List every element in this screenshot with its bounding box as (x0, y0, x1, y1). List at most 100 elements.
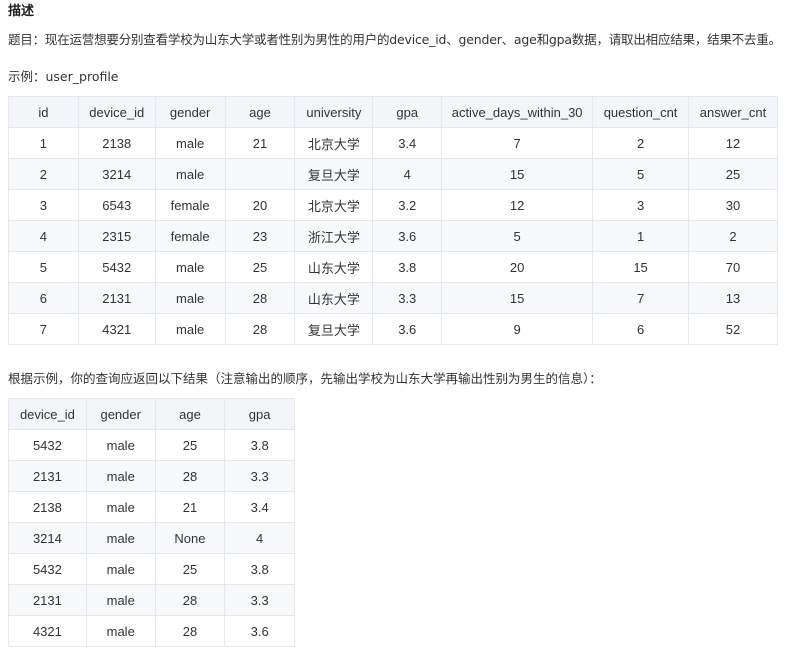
column-header: id (8, 96, 79, 128)
table-row: 2131 male 28 3.3 (8, 584, 295, 616)
table-cell: 3.6 (224, 615, 295, 647)
table-cell: male (85, 584, 156, 616)
table-cell: 13 (688, 282, 778, 314)
table-cell: male (154, 127, 226, 159)
table-cell: male (154, 282, 226, 314)
table-row: 3214 male None 4 (8, 522, 295, 554)
table-row: 2 3214 male 复旦大学 4 15 5 25 (8, 158, 778, 190)
column-header: device_id (77, 96, 156, 128)
table-cell: female (154, 189, 226, 221)
table-cell: 5 (8, 251, 79, 283)
table-cell: male (85, 522, 156, 554)
table-cell: 3.4 (224, 491, 295, 523)
table-cell: 21 (224, 127, 296, 159)
table-cell: 5 (441, 220, 594, 252)
table-cell: 28 (224, 313, 296, 345)
column-header: answer_cnt (688, 96, 778, 128)
table-cell: 3.8 (372, 251, 443, 283)
table-cell: 7 (8, 313, 79, 345)
table-cell: 28 (154, 584, 226, 616)
table-cell: 4321 (77, 313, 156, 345)
table-cell: 6543 (77, 189, 156, 221)
table-cell: male (85, 460, 156, 492)
table-cell: 15 (592, 251, 690, 283)
table-cell: None (154, 522, 226, 554)
column-header: university (294, 96, 374, 128)
section-heading: 描述 (8, 4, 35, 19)
table-cell: 3214 (77, 158, 156, 190)
table-cell: 1 (592, 220, 690, 252)
table-cell: 3.6 (372, 313, 443, 345)
user-profile-table: id device_id gender age university gpa a… (8, 96, 778, 345)
table-row: 4321 male 28 3.6 (8, 615, 295, 647)
table-cell: 9 (441, 313, 594, 345)
table-row: 3 6543 female 20 北京大学 3.2 12 3 30 (8, 189, 778, 221)
table-cell: 21 (154, 491, 226, 523)
column-header: gpa (372, 96, 443, 128)
table-cell: 4 (8, 220, 79, 252)
table-cell: male (154, 158, 226, 190)
table-cell: 15 (441, 158, 594, 190)
table-cell: 30 (688, 189, 778, 221)
table-cell: 浙江大学 (294, 220, 374, 252)
table-cell: 70 (688, 251, 778, 283)
table-cell: 28 (154, 615, 226, 647)
table-cell: 山东大学 (294, 251, 374, 283)
table-cell: 6 (592, 313, 690, 345)
table-header-row: device_id gender age gpa (8, 398, 295, 430)
table-cell: 4321 (8, 615, 87, 647)
table-cell: 2138 (77, 127, 156, 159)
table-cell: male (85, 429, 156, 461)
table-cell: 1 (8, 127, 79, 159)
table-cell: 23 (224, 220, 296, 252)
table-row: 2138 male 21 3.4 (8, 491, 295, 523)
table-cell: female (154, 220, 226, 252)
table-cell: 4 (372, 158, 443, 190)
column-header: age (154, 398, 226, 430)
column-header: age (224, 96, 296, 128)
table-cell: 3.8 (224, 429, 295, 461)
table-cell (224, 158, 296, 190)
table-header-row: id device_id gender age university gpa a… (8, 96, 778, 128)
table-cell: 2131 (8, 460, 87, 492)
table-cell: 3 (8, 189, 79, 221)
table-cell: 3.3 (224, 460, 295, 492)
table-cell: 3.3 (224, 584, 295, 616)
table-cell: 28 (224, 282, 296, 314)
table-cell: 7 (592, 282, 690, 314)
table-cell: 山东大学 (294, 282, 374, 314)
table-row: 2131 male 28 3.3 (8, 460, 295, 492)
table-cell: 25 (688, 158, 778, 190)
table-cell: 2 (592, 127, 690, 159)
table-cell: male (85, 491, 156, 523)
table-row: 5 5432 male 25 山东大学 3.8 20 15 70 (8, 251, 778, 283)
table-cell: 25 (154, 429, 226, 461)
table-cell: male (154, 251, 226, 283)
table-cell: 52 (688, 313, 778, 345)
table-cell: 2131 (77, 282, 156, 314)
table-cell: 5432 (77, 251, 156, 283)
table-cell: male (85, 615, 156, 647)
table-cell: 2138 (8, 491, 87, 523)
table-row: 5432 male 25 3.8 (8, 429, 295, 461)
table-cell: 3.8 (224, 553, 295, 585)
table-cell: 2131 (8, 584, 87, 616)
table-cell: 北京大学 (294, 127, 374, 159)
table-cell: 5 (592, 158, 690, 190)
column-header: gpa (224, 398, 295, 430)
table-cell: 28 (154, 460, 226, 492)
table-row: 1 2138 male 21 北京大学 3.4 7 2 12 (8, 127, 778, 159)
table-cell: 25 (224, 251, 296, 283)
question-text: 题目：现在运营想要分别查看学校为山东大学或者性别为男性的用户的device_id… (8, 32, 781, 47)
table-row: 4 2315 female 23 浙江大学 3.6 5 1 2 (8, 220, 778, 252)
example-label: 示例：user_profile (8, 69, 119, 84)
table-cell: 复旦大学 (294, 158, 374, 190)
table-cell: 4 (224, 522, 295, 554)
table-cell: 北京大学 (294, 189, 374, 221)
table-cell: 3214 (8, 522, 87, 554)
table-row: 6 2131 male 28 山东大学 3.3 15 7 13 (8, 282, 778, 314)
table-cell: 25 (154, 553, 226, 585)
table-cell: 3.3 (372, 282, 443, 314)
table-cell: 12 (441, 189, 594, 221)
table-cell: male (154, 313, 226, 345)
